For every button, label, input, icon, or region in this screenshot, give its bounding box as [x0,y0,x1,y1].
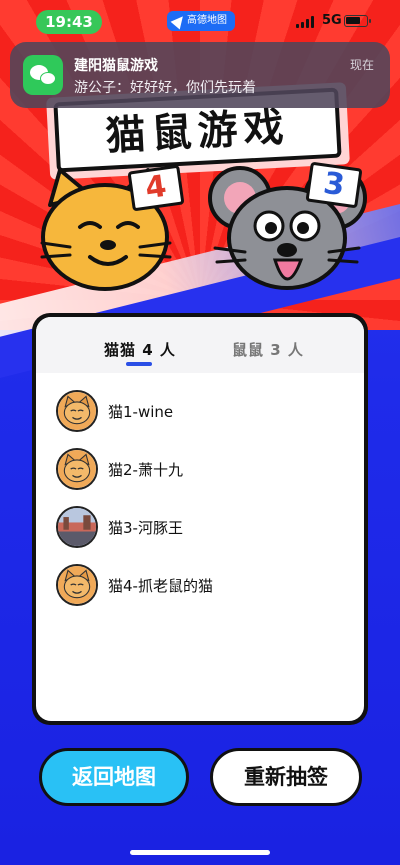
player-name: 猫1-wine [108,402,174,421]
notification-time: 现在 [349,58,374,72]
home-indicator[interactable] [130,850,270,855]
cat-count-badge: 4 [127,164,185,212]
player-name: 猫4-抓老鼠的猫 [108,576,213,595]
tab-cats[interactable]: 猫猫 4 人 [104,339,176,360]
battery-icon [344,15,371,27]
status-bar: 19:43 高德地图 5G [0,0,400,44]
list-item[interactable]: 猫4-抓老鼠的猫 [56,563,213,607]
back-to-map-button[interactable]: 返回地图 [39,748,189,806]
team-card: 猫猫 4 人 鼠鼠 3 人 猫1-wine 猫2-萧十九 猫3-河豚王 猫4-抓… [32,313,368,725]
redraw-button[interactable]: 重新抽签 [210,748,362,806]
navigation-icon [170,12,188,30]
team-tabs: 猫猫 4 人 鼠鼠 3 人 [36,317,364,373]
player-name: 猫2-萧十九 [108,460,183,479]
notification-message: 游公子：好好好，你们先玩着 [74,80,256,96]
network-label: 5G [322,13,342,28]
notification-banner[interactable]: 建阳猫鼠游戏 游公子：好好好，你们先玩着 现在 [10,42,390,108]
list-item[interactable]: 猫1-wine [56,389,173,433]
map-app-indicator[interactable]: 高德地图 [167,11,235,31]
list-item[interactable]: 猫2-萧十九 [56,447,183,491]
cat-avatar-icon [56,390,98,432]
map-app-label: 高德地图 [187,15,227,26]
photo-avatar [56,506,98,548]
player-name: 猫3-河豚王 [108,518,183,537]
wechat-icon [23,55,63,95]
tab-mice[interactable]: 鼠鼠 3 人 [232,339,304,360]
status-time[interactable]: 19:43 [36,10,102,34]
cat-avatar-icon [56,564,98,606]
notification-title: 建阳猫鼠游戏 [74,58,158,74]
cat-avatar-icon [56,448,98,490]
active-tab-indicator [126,362,152,366]
list-item[interactable]: 猫3-河豚王 [56,505,183,549]
mouse-count-badge: 3 [305,161,363,209]
signal-icon [296,16,314,28]
